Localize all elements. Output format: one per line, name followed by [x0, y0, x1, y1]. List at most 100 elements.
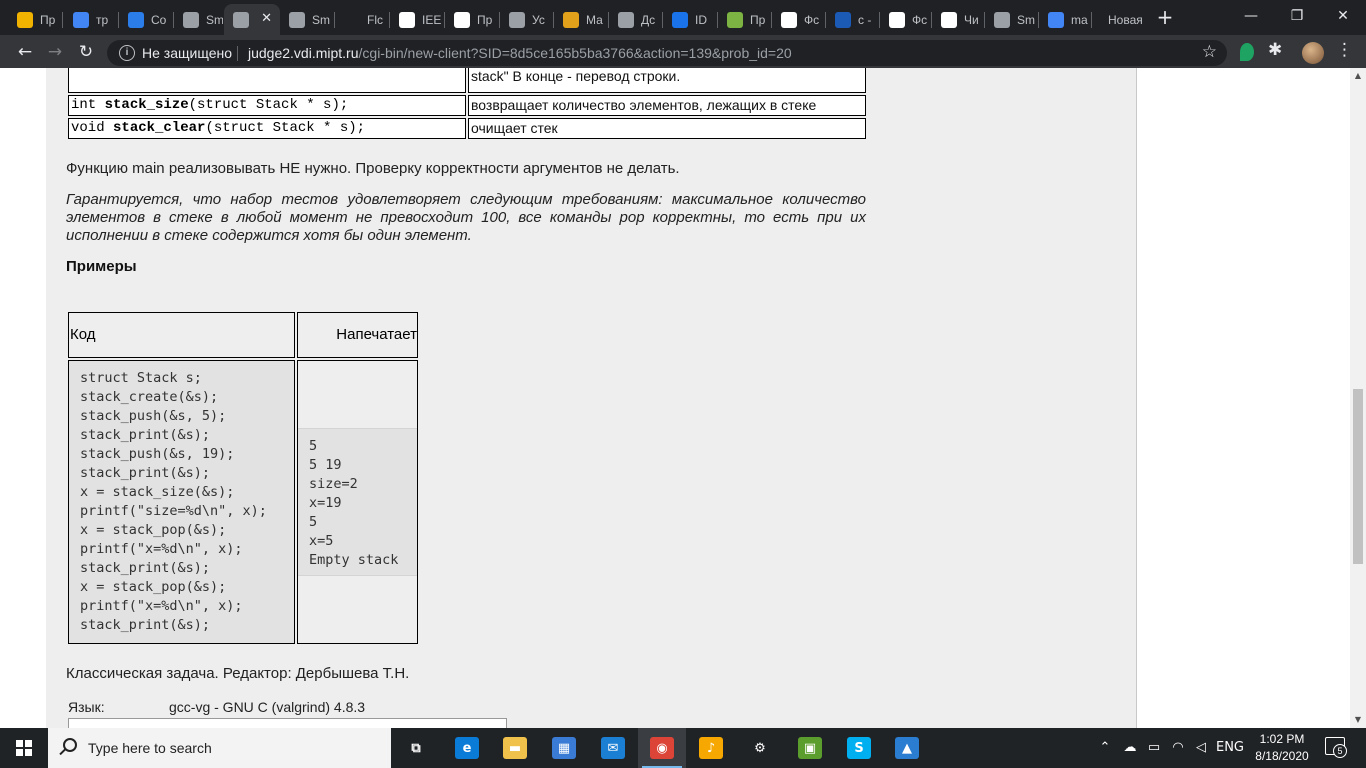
- windows-start-icon[interactable]: [16, 740, 32, 756]
- tab-label: Sm: [1017, 12, 1035, 27]
- mail-icon: ✉: [601, 737, 625, 759]
- scroll-up-icon[interactable]: ▲: [1350, 68, 1366, 84]
- edge-icon: e: [455, 737, 479, 759]
- browser-tab[interactable]: Co: [119, 4, 173, 35]
- close-tab-icon[interactable]: ✕: [261, 11, 272, 26]
- browser-tab[interactable]: Фс: [772, 4, 825, 35]
- code-line: stack_print(&s);: [80, 617, 211, 633]
- browser-tab[interactable]: с -: [826, 4, 879, 35]
- chrome-taskbar-button[interactable]: ◉: [638, 728, 686, 768]
- profile-avatar[interactable]: [1302, 42, 1324, 64]
- onedrive-icon[interactable]: ☁: [1120, 728, 1140, 768]
- tab-label: Пр: [477, 12, 493, 27]
- url-text[interactable]: judge2.vdi.mipt.ru/cgi-bin/new-client?SI…: [248, 45, 792, 61]
- yandex-music-taskbar-button[interactable]: ♪: [687, 728, 735, 768]
- browser-tab[interactable]: IEE: [390, 4, 444, 35]
- problem-content: stack" В конце - перевод строки. int sta…: [46, 68, 1136, 728]
- table-row: Код Напечатает: [68, 312, 418, 358]
- table-row: struct Stack s; stack_create(&s); stack_pu…: [68, 360, 418, 644]
- close-window-icon[interactable]: ✕: [1320, 0, 1366, 32]
- tab-label: Sm: [206, 12, 223, 27]
- address-bar[interactable]: i Не защищено judge2.vdi.mipt.ru/cgi-bin…: [107, 40, 1227, 66]
- chat-bubble-icon: [128, 11, 144, 28]
- browser-tab[interactable]: Фс: [880, 4, 931, 35]
- browser-tab[interactable]: Пр: [718, 4, 771, 35]
- tab-label: Ус: [532, 12, 545, 27]
- page-scrollbar[interactable]: ▲ ▼: [1350, 68, 1366, 728]
- browser-tab[interactable]: Новая: [1092, 4, 1148, 35]
- taskbar-search[interactable]: Type here to search: [48, 728, 391, 768]
- menu-dots-icon[interactable]: ⋮: [1336, 40, 1353, 60]
- table-row: stack" В конце - перевод строки.: [68, 68, 866, 93]
- reload-icon[interactable]: ↻: [73, 39, 99, 65]
- input-language[interactable]: ENG: [1214, 728, 1246, 768]
- code-line: x = stack_pop(&s);: [80, 579, 227, 595]
- windows-taskbar: Type here to search ⌃ ☁ ▭ ◠ ◁ ENG 1:02 P…: [0, 728, 1366, 768]
- chrome-icon: ◉: [650, 737, 674, 759]
- task-view-icon: ⧉: [404, 737, 428, 759]
- forward-icon[interactable]: →: [42, 39, 68, 65]
- tab-label: Ма: [586, 12, 603, 27]
- edge-taskbar-button[interactable]: e: [443, 728, 491, 768]
- tray-chevron-icon[interactable]: ⌃: [1096, 728, 1114, 768]
- store-taskbar-button[interactable]: ▦: [540, 728, 588, 768]
- browser-tab[interactable]: Пр: [445, 4, 499, 35]
- volume-icon[interactable]: ◁: [1191, 728, 1211, 768]
- browser-tab[interactable]: Flc: [335, 4, 389, 35]
- restore-icon[interactable]: ❐: [1274, 0, 1320, 32]
- globe-icon: [618, 11, 634, 28]
- tab-strip: Пр тр Co Sm ✕ Sm Flc IEE Пр Ус Ма Дс ID Пр Фс с - Фс Чи Sm…: [0, 0, 1366, 35]
- browser-tab[interactable]: ✕: [224, 4, 280, 35]
- web-page: stack" В конце - перевод строки. int sta…: [0, 68, 1350, 728]
- output-line: 5: [309, 438, 318, 454]
- example-output-cell: 5 5 19 size=2 x=19 5 x=5 Empty stack: [297, 360, 418, 644]
- tab-label: IEE: [422, 12, 442, 27]
- output-line: Empty stack: [309, 552, 399, 568]
- note-paragraph: Функцию main реализовывать НЕ нужно. Про…: [66, 160, 680, 177]
- battery-icon[interactable]: ▭: [1144, 728, 1164, 768]
- function-signature: int stack_size(struct Stack * s);: [68, 95, 466, 116]
- code-line: stack_push(&s, 19);: [80, 446, 235, 462]
- browser-tab[interactable]: Sm: [985, 4, 1038, 35]
- browser-tab[interactable]: Пр: [8, 4, 62, 35]
- browser-tab[interactable]: Чи: [932, 4, 984, 35]
- file-explorer-taskbar-button[interactable]: ▬: [491, 728, 539, 768]
- office-taskbar-button[interactable]: ▣: [786, 728, 834, 768]
- dp-icon: [454, 11, 470, 28]
- tab-label: Чи: [964, 12, 979, 27]
- mail-taskbar-button[interactable]: ✉: [589, 728, 637, 768]
- extension-icon[interactable]: [1240, 43, 1254, 61]
- settings-taskbar-button[interactable]: ⚙: [736, 728, 784, 768]
- clock[interactable]: 1:02 PM 8/18/2020: [1251, 731, 1313, 765]
- browser-tab[interactable]: Sm: [174, 4, 223, 35]
- source-textarea[interactable]: [68, 718, 507, 728]
- security-status[interactable]: Не защищено: [142, 45, 232, 61]
- browser-tab[interactable]: ID: [663, 4, 717, 35]
- url-path: /cgi-bin/new-client?SID=8d5ce165b5ba3766…: [358, 45, 792, 61]
- url-domain: judge2.vdi.mipt.ru: [248, 45, 359, 61]
- extensions-puzzle-icon[interactable]: ✱: [1268, 40, 1282, 60]
- browser-tab[interactable]: Sm: [280, 4, 334, 35]
- example-code: struct Stack s; stack_create(&s); stack_pu…: [68, 360, 295, 644]
- new-tab-icon[interactable]: +: [1154, 6, 1176, 28]
- back-icon[interactable]: ←: [12, 39, 38, 65]
- browser-tab[interactable]: тр: [64, 4, 118, 35]
- minimize-icon[interactable]: —: [1228, 0, 1274, 32]
- photos-taskbar-button[interactable]: ▲: [883, 728, 931, 768]
- example-table: Код Напечатает struct Stack s; stack_crea…: [66, 310, 420, 646]
- info-icon[interactable]: i: [119, 45, 135, 61]
- browser-tab[interactable]: Дс: [609, 4, 662, 35]
- skype-icon: S: [847, 737, 871, 759]
- right-panel: [1136, 68, 1350, 728]
- scroll-thumb[interactable]: [1353, 389, 1363, 564]
- browser-tab[interactable]: Ма: [554, 4, 608, 35]
- browser-tab[interactable]: ma: [1039, 4, 1091, 35]
- skype-taskbar-button[interactable]: S: [835, 728, 883, 768]
- tab-label: Фс: [912, 12, 928, 27]
- browser-tab[interactable]: Ус: [500, 4, 553, 35]
- wifi-icon[interactable]: ◠: [1168, 728, 1188, 768]
- bookmark-star-icon[interactable]: ☆: [1202, 42, 1217, 62]
- scroll-down-icon[interactable]: ▼: [1350, 712, 1366, 728]
- tab-label: ID: [695, 12, 707, 27]
- task-view-taskbar-button[interactable]: ⧉: [392, 728, 440, 768]
